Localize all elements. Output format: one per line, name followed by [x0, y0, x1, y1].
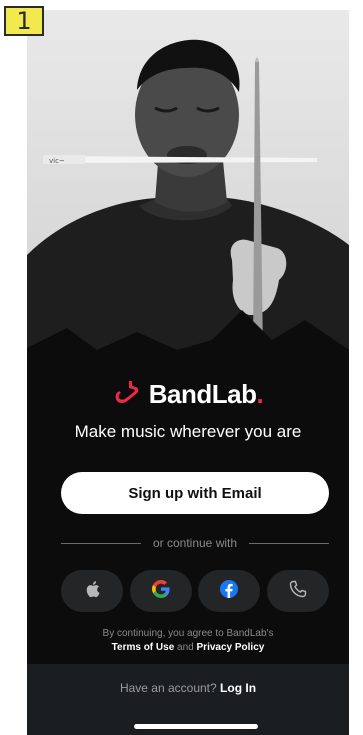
legal-prefix: By continuing, you agree to BandLab's [102, 628, 274, 639]
google-login-button[interactable] [129, 570, 192, 612]
social-login-buttons [61, 570, 329, 612]
continue-divider: or continue with [61, 534, 330, 552]
legal-notice: By continuing, you agree to BandLab's Te… [27, 627, 349, 655]
brand-name: BandLab. [148, 378, 264, 410]
phone-icon [289, 580, 307, 603]
phone-screen: vic~ BandLab. Make music wherever you ar… [27, 10, 349, 735]
have-account-line: Have an account? Log In [27, 681, 349, 695]
privacy-policy-link[interactable]: Privacy Policy [197, 642, 265, 653]
apple-icon [84, 580, 100, 603]
brand-dot: . [256, 378, 264, 409]
step-number-badge: 1 [4, 6, 44, 36]
phone-login-button[interactable] [266, 570, 329, 612]
brand-logo: BandLab. [27, 376, 349, 412]
brand-name-text: BandLab [148, 378, 257, 409]
divider-text: or continue with [152, 536, 238, 550]
facebook-login-button[interactable] [198, 570, 261, 612]
svg-text:vic~: vic~ [49, 157, 65, 165]
tagline: Make music wherever you are [74, 422, 302, 441]
legal-links-line: Terms of Use and Privacy Policy [27, 641, 349, 655]
google-icon [151, 579, 170, 603]
divider-line-left [61, 542, 141, 544]
facebook-icon [220, 579, 239, 603]
hero-photo: vic~ [27, 10, 349, 385]
bandlab-logo-icon [113, 379, 143, 410]
terms-of-use-link[interactable]: Terms of Use [112, 642, 175, 653]
have-account-text: Have an account? [119, 681, 217, 695]
legal-and-text: and [177, 642, 194, 653]
signup-email-button[interactable]: Sign up with Email [61, 472, 329, 514]
divider-line-right [249, 542, 330, 544]
home-indicator[interactable] [134, 724, 258, 729]
apple-login-button[interactable] [61, 570, 123, 612]
login-link[interactable]: Log In [220, 681, 256, 695]
